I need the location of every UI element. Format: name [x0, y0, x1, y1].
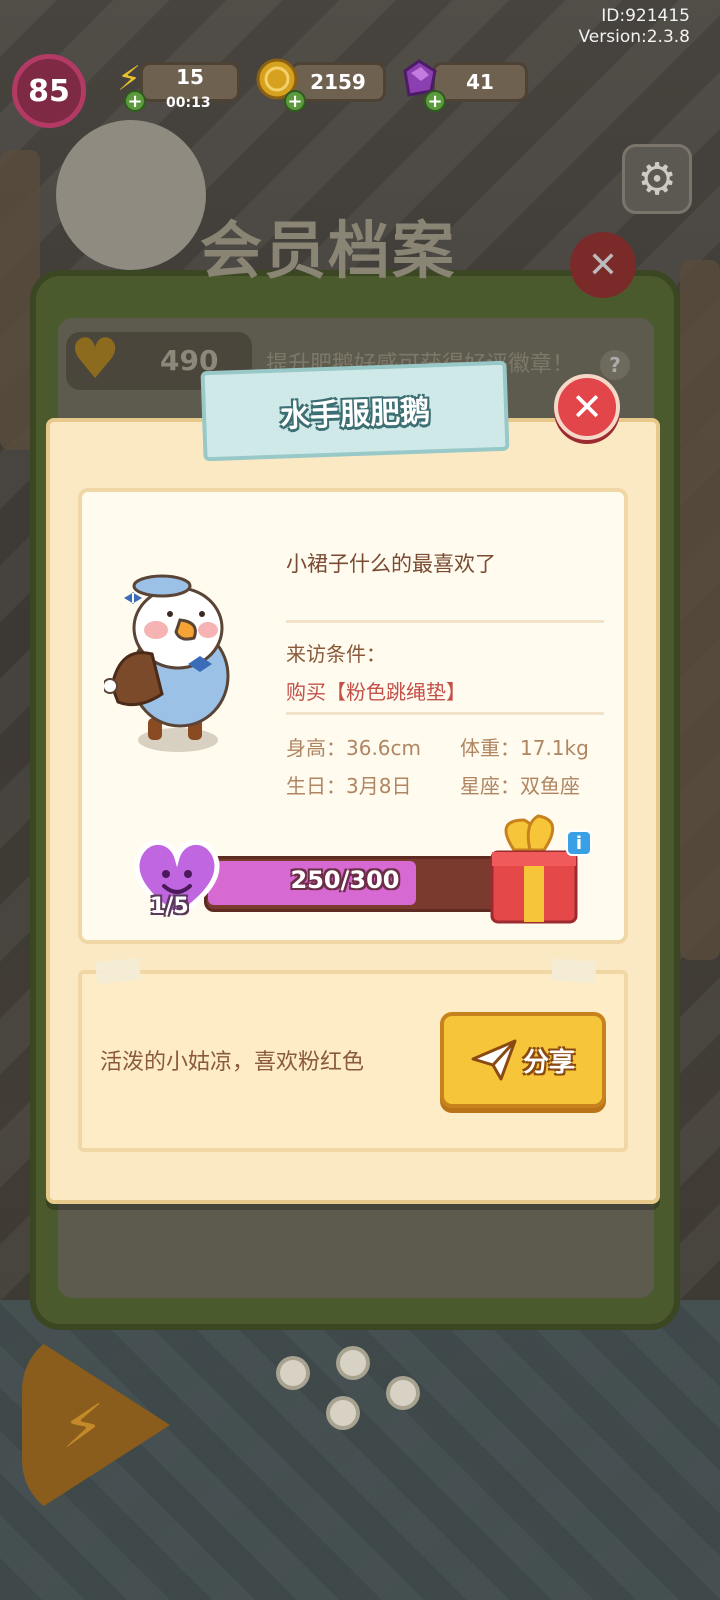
gem-value: 41 — [466, 70, 494, 94]
energy-timer: 00:13 — [166, 95, 211, 111]
gem-counter[interactable]: 41 — [432, 62, 528, 102]
lightning-icon: ⚡ — [62, 1392, 105, 1462]
visit-condition-value: 购买【粉色跳绳垫】 — [286, 680, 466, 704]
flower-icon — [280, 1360, 306, 1386]
close-button[interactable]: ✕ — [554, 374, 620, 440]
mascot-duck-avatar — [56, 120, 206, 270]
sailor-duck-illustration — [104, 574, 230, 752]
close-icon: ✕ — [571, 385, 603, 429]
info-icon[interactable]: i — [566, 830, 592, 856]
member-profile-title: 会员档案 — [200, 214, 457, 287]
divider — [286, 712, 604, 715]
character-name: 水手服肥鹅 — [279, 394, 431, 435]
settings-gear-button[interactable]: ⚙ — [622, 144, 692, 214]
user-id: ID:921415 — [601, 6, 690, 26]
flower-icon — [390, 1380, 416, 1406]
flower-decoration — [270, 1340, 470, 1440]
add-energy-button[interactable]: + — [124, 90, 146, 112]
coin-value: 2159 — [310, 70, 366, 94]
birthday-stat: 生日：3月8日 — [286, 774, 412, 798]
background-shelf — [680, 260, 720, 960]
help-question-icon[interactable]: ? — [600, 350, 630, 380]
affection-progress-text: 250/300 — [290, 866, 400, 894]
add-gem-button[interactable]: + — [424, 90, 446, 112]
share-button[interactable]: 分享 — [440, 1012, 606, 1108]
heart-icon: ♥ — [70, 327, 121, 392]
flower-icon — [340, 1350, 366, 1376]
weight-stat: 体重：17.1kg — [460, 736, 589, 760]
share-button-label: 分享 — [522, 1047, 575, 1078]
character-description: 活泼的小姑凉，喜欢粉红色 — [100, 1050, 365, 1075]
paper-plane-icon — [471, 1039, 517, 1081]
gear-icon: ⚙ — [637, 153, 677, 205]
visit-condition-label: 来访条件： — [286, 642, 386, 666]
id-version-label: ID:921415 Version:2.3.8 — [579, 6, 691, 48]
energy-action-button[interactable]: ⚡ — [22, 1330, 170, 1520]
version-label: Version:2.3.8 — [578, 27, 691, 47]
add-coin-button[interactable]: + — [284, 90, 306, 112]
energy-value: 15 — [176, 65, 204, 89]
gift-box-icon[interactable] — [484, 810, 584, 930]
character-name-ribbon: 水手服肥鹅 — [200, 360, 510, 462]
character-quote: 小裙子什么的最喜欢了 — [286, 552, 496, 576]
heart-level-count: 1/5 — [150, 894, 189, 919]
divider — [286, 620, 604, 623]
level-badge[interactable]: 85 — [12, 54, 86, 128]
height-stat: 身高：36.6cm — [286, 736, 422, 760]
profile-close-button[interactable]: ✕ — [570, 232, 636, 298]
tape-decoration — [551, 958, 597, 984]
zodiac-stat: 星座：双鱼座 — [460, 774, 580, 798]
flower-icon — [330, 1400, 356, 1426]
tape-decoration — [94, 957, 142, 985]
level-number: 85 — [28, 73, 70, 109]
